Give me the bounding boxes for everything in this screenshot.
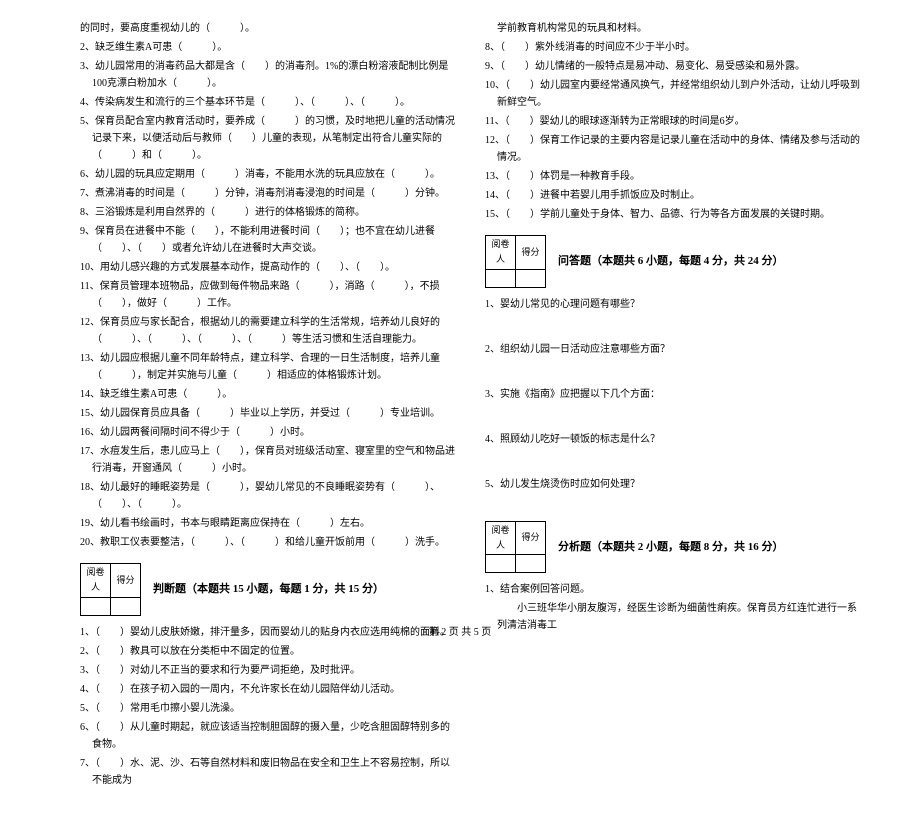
fill-item: 6、幼儿园的玩具应定期用（ ）消毒，不能用水洗的玩具应放在（ ）。 <box>80 166 455 183</box>
score-table: 阅卷人 得分 <box>485 235 546 288</box>
qa-item: 2、组织幼儿园一日活动应注意哪些方面？ <box>485 341 860 358</box>
qa-questions: 1、婴幼儿常见的心理问题有哪些？ 2、组织幼儿园一日活动应注意哪些方面？ 3、实… <box>485 296 860 493</box>
analysis-section-header: 阅卷人 得分 分析题（本题共 2 小题，每题 8 分，共 16 分） <box>485 521 860 574</box>
analysis-item: 1、结合案例回答问题。 <box>485 581 860 598</box>
judge-item: 7、（ ）水、泥、沙、石等自然材料和废旧物品在安全和卫生上不容易控制，所以不能成… <box>80 755 455 789</box>
judge-item: 11、（ ）婴幼儿的眼球逐渐转为正常眼球的时间是6岁。 <box>485 113 860 130</box>
judge-item: 4、（ ）在孩子初入园的一周内，不允许家长在幼儿园陪伴幼儿活动。 <box>80 681 455 698</box>
judge-continuation: 学前教育机构常见的玩具和材料。 8、（ ）紫外线消毒的时间应不少于半小时。 9、… <box>485 20 860 223</box>
right-column: 学前教育机构常见的玩具和材料。 8、（ ）紫外线消毒的时间应不少于半小时。 9、… <box>485 20 860 791</box>
qa-item: 1、婴幼儿常见的心理问题有哪些？ <box>485 296 860 313</box>
fill-item: 2、缺乏维生素A可患（ ）。 <box>80 39 455 56</box>
fill-item: 的同时，要高度重视幼儿的（ ）。 <box>80 20 455 37</box>
judge-title: 判断题（本题共 15 小题，每题 1 分，共 15 分） <box>153 580 384 599</box>
fill-item: 19、幼儿看书绘画时，书本与眼睛距离应保持在（ ）左右。 <box>80 515 455 532</box>
judge-section-header: 阅卷人 得分 判断题（本题共 15 小题，每题 1 分，共 15 分） <box>80 563 455 616</box>
fill-item: 3、幼儿园常用的消毒药品大都是含（ ）的消毒剂。1%的漂白粉溶液配制比例是100… <box>80 58 455 92</box>
fill-item: 5、保育员配合室内教育活动时，要养成（ ）的习惯，及时地把儿童的活动情况记录下来… <box>80 113 455 164</box>
score-cell-reviewer: 阅卷人 <box>81 564 111 598</box>
score-cell-score: 得分 <box>111 564 141 598</box>
fill-item: 8、三浴锻炼是利用自然界的（ ）进行的体格锻炼的简称。 <box>80 204 455 221</box>
fill-item: 15、幼儿园保育员应具备（ ）毕业以上学历，并受过（ ）专业培训。 <box>80 405 455 422</box>
judge-item: 学前教育机构常见的玩具和材料。 <box>485 20 860 37</box>
score-cell-empty <box>516 555 546 573</box>
fill-blank-continuation: 的同时，要高度重视幼儿的（ ）。 2、缺乏维生素A可患（ ）。 3、幼儿园常用的… <box>80 20 455 551</box>
judge-item: 6、（ ）从儿童时期起，就应该适当控制胆固醇的摄入量，少吃含胆固醇特别多的食物。 <box>80 719 455 753</box>
score-cell-score: 得分 <box>516 236 546 270</box>
fill-item: 17、水痘发生后，患儿应马上（ ），保育员对班级活动室、寝室里的空气和物品进行消… <box>80 443 455 477</box>
score-cell-empty <box>486 269 516 287</box>
left-column: 的同时，要高度重视幼儿的（ ）。 2、缺乏维生素A可患（ ）。 3、幼儿园常用的… <box>80 20 455 791</box>
qa-item: 4、照顾幼儿吃好一顿饭的标志是什么？ <box>485 431 860 448</box>
fill-item: 11、保育员管理本班物品，应做到每件物品来路（ ），消路（ ），不损（ ），做好… <box>80 278 455 312</box>
judge-item: 3、（ ）对幼儿不正当的要求和行为要严词拒绝，及时批评。 <box>80 662 455 679</box>
fill-item: 18、幼儿最好的睡眠姿势是（ ），婴幼儿常见的不良睡眠姿势有（ ）、（ ）、（ … <box>80 479 455 513</box>
fill-item: 9、保育员在进餐中不能（ ），不能利用进餐时间（ ）；也不宜在幼儿进餐（ ）、（… <box>80 223 455 257</box>
judge-item: 5、（ ）常用毛巾擦小婴儿洗澡。 <box>80 700 455 717</box>
score-cell-reviewer: 阅卷人 <box>486 236 516 270</box>
fill-item: 20、教职工仪表要整洁，（ ）、（ ）和给儿童开饭前用（ ）洗手。 <box>80 534 455 551</box>
score-cell-score: 得分 <box>516 521 546 555</box>
qa-item: 5、幼儿发生烧烫伤时应如何处理？ <box>485 476 860 493</box>
fill-item: 7、煮沸消毒的时间是（ ）分钟，消毒剂消毒浸泡的时间是（ ）分钟。 <box>80 185 455 202</box>
score-cell-reviewer: 阅卷人 <box>486 521 516 555</box>
analysis-title: 分析题（本题共 2 小题，每题 8 分，共 16 分） <box>558 538 784 557</box>
score-cell-empty <box>111 597 141 615</box>
score-cell-empty <box>81 597 111 615</box>
fill-item: 4、传染病发生和流行的三个基本环节是（ ）、（ ）、（ ）。 <box>80 94 455 111</box>
score-table: 阅卷人 得分 <box>485 521 546 574</box>
judge-item: 14、（ ）进餐中若婴儿用手抓饭应及时制止。 <box>485 187 860 204</box>
judge-item: 12、（ ）保育工作记录的主要内容是记录儿童在活动中的身体、情绪及参与活动的情况… <box>485 132 860 166</box>
judge-item: 15、（ ）学前儿童处于身体、智力、品德、行为等各方面发展的关键时期。 <box>485 206 860 223</box>
fill-item: 13、幼儿园应根据儿童不同年龄特点，建立科学、合理的一日生活制度，培养儿童（ ）… <box>80 350 455 384</box>
fill-item: 14、缺乏维生素A可患（ ）。 <box>80 386 455 403</box>
judge-item: 2、（ ）教具可以放在分类柜中不固定的位置。 <box>80 643 455 660</box>
score-table: 阅卷人 得分 <box>80 563 141 616</box>
qa-title: 问答题（本题共 6 小题，每题 4 分，共 24 分） <box>558 252 784 271</box>
judge-item: 10、（ ）幼儿园室内要经常通风换气，并经常组织幼儿到户外活动，让幼儿呼吸到新鲜… <box>485 77 860 111</box>
score-cell-empty <box>486 555 516 573</box>
judge-item: 13、（ ）体罚是一种教育手段。 <box>485 168 860 185</box>
page-footer: 第 2 页 共 5 页 <box>0 623 920 638</box>
score-cell-empty <box>516 269 546 287</box>
fill-item: 16、幼儿园两餐间隔时间不得少于（ ）小时。 <box>80 424 455 441</box>
fill-item: 10、用幼儿感兴趣的方式发展基本动作，提高动作的（ ）、（ ）。 <box>80 259 455 276</box>
judge-item: 9、（ ）幼儿情绪的一般特点是易冲动、易变化、易受感染和易外露。 <box>485 58 860 75</box>
qa-item: 3、实施《指南》应把握以下几个方面： <box>485 386 860 403</box>
fill-item: 12、保育员应与家长配合，根据幼儿的需要建立科学的生活常规，培养幼儿良好的（ ）… <box>80 314 455 348</box>
judge-item: 8、（ ）紫外线消毒的时间应不少于半小时。 <box>485 39 860 56</box>
qa-section-header: 阅卷人 得分 问答题（本题共 6 小题，每题 4 分，共 24 分） <box>485 235 860 288</box>
page-content: 的同时，要高度重视幼儿的（ ）。 2、缺乏维生素A可患（ ）。 3、幼儿园常用的… <box>0 0 920 821</box>
judge-questions: 1、（ ）婴幼儿皮肤娇嫩，排汗量多，因而婴幼儿的贴身内衣应选用纯棉的面料。 2、… <box>80 624 455 789</box>
